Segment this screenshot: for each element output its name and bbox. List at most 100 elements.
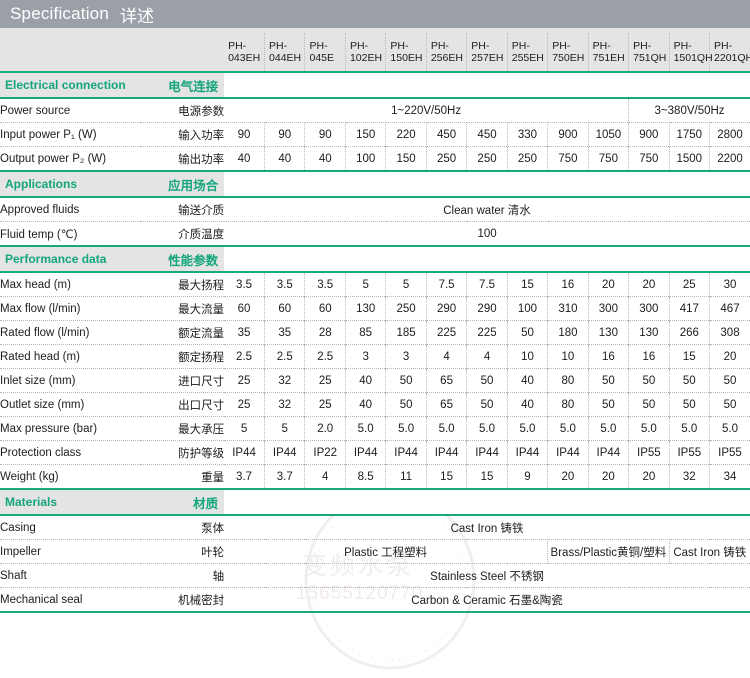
model-header-12: PH-2201QH — [709, 33, 750, 72]
cell: 100 — [507, 296, 549, 321]
section-applications: Applications 应用场合 — [0, 170, 750, 198]
section-label-zh: 应用场合 — [140, 170, 225, 198]
row-rated-head: Rated head (m) 额定扬程 2.5 2.5 2.5 3 3 4 4 … — [0, 344, 750, 369]
cell: 450 — [426, 122, 468, 147]
cell: 8.5 — [345, 464, 387, 489]
row-label-en: Power source — [0, 104, 71, 117]
cell: IP44 — [507, 440, 549, 465]
cell: 2.5 — [224, 344, 266, 369]
cell: 290 — [466, 296, 508, 321]
row-label-zh: 出口尺寸 — [140, 392, 225, 417]
cell: 60 — [224, 296, 266, 321]
cell: 2.0 — [304, 416, 346, 441]
cell: 2200 — [709, 146, 750, 171]
row-label-zh: 泵体 — [201, 522, 225, 535]
model-header-10: PH-751QH — [628, 33, 670, 72]
cell: 250 — [385, 296, 427, 321]
cell: 5.0 — [385, 416, 427, 441]
cell: 750 — [588, 146, 630, 171]
cell: 50 — [628, 368, 670, 393]
model-header-2: PH-045E — [304, 33, 346, 72]
row-label-zh: 介质温度 — [140, 221, 225, 246]
row-label-en: Mechanical seal — [0, 587, 141, 613]
cell: 34 — [709, 464, 750, 489]
cell: 220 — [385, 122, 427, 147]
cell: IP55 — [709, 440, 750, 465]
cell: 50 — [669, 392, 711, 417]
cell: 150 — [345, 122, 387, 147]
cell: 7.5 — [426, 272, 468, 297]
impeller-cast-iron: Cast Iron 铸铁 — [669, 539, 750, 564]
row-mechanical-seal: Mechanical seal 机械密封 Carbon & Ceramic 石墨… — [0, 587, 750, 613]
cell: IP55 — [669, 440, 711, 465]
row-label-en: Approved fluids — [0, 203, 80, 216]
cell: 20 — [547, 464, 589, 489]
cell: 130 — [588, 320, 630, 345]
cell: 5.0 — [588, 416, 630, 441]
cell: 250 — [426, 146, 468, 171]
cell: 185 — [385, 320, 427, 345]
row-label-zh: 电源参数 — [178, 105, 225, 118]
row-label-en: Inlet size (mm) — [0, 368, 141, 393]
row-label-en: Output power P₂ (W) — [0, 146, 141, 171]
section-label-en: Performance data — [0, 245, 141, 273]
row-protection-class: Protection class 防护等级 IP44 IP44 IP22 IP4… — [0, 440, 750, 465]
cell: 5 — [345, 272, 387, 297]
row-label-zh: 输出功率 — [140, 146, 225, 171]
cell: IP22 — [304, 440, 346, 465]
approved-fluids-value: Clean water 清水 — [443, 204, 531, 217]
cell: 50 — [628, 392, 670, 417]
cell: 1750 — [669, 122, 711, 147]
cell: 15 — [507, 272, 549, 297]
cell: 85 — [345, 320, 387, 345]
cell: 50 — [466, 368, 508, 393]
cell: 32 — [264, 368, 306, 393]
row-label-en: Rated head (m) — [0, 344, 141, 369]
model-header-4: PH-150EH — [385, 33, 427, 72]
cell: 5.0 — [345, 416, 387, 441]
cell: 100 — [345, 146, 387, 171]
cell: 330 — [507, 122, 549, 147]
section-label-zh: 材质 — [140, 488, 225, 516]
shaft-value: Stainless Steel 不锈钢 — [224, 563, 750, 588]
cell: IP44 — [547, 440, 589, 465]
row-casing: Casing 泵体 Cast Iron 铸铁 — [0, 515, 750, 540]
cell: 30 — [723, 278, 737, 291]
row-max-head: Max head (m) 最大扬程 3.5 3.5 3.5 5 5 7.5 7.… — [0, 272, 750, 297]
cell: IP44 — [224, 440, 266, 465]
section-filler — [224, 245, 750, 273]
model-header-9: PH-751EH — [588, 33, 630, 72]
cell: 25 — [669, 272, 711, 297]
row-label-en: Casing — [0, 521, 36, 534]
cell: 11 — [385, 464, 427, 489]
power-source-220v: 1~220V/50Hz — [224, 98, 630, 123]
row-label-en: Input power P₁ (W) — [0, 122, 141, 147]
cell: 35 — [224, 320, 266, 345]
cell: 50 — [507, 320, 549, 345]
cell: 50 — [709, 368, 750, 393]
section-label-en: Materials — [0, 488, 141, 516]
row-label-zh: 进口尺寸 — [140, 368, 225, 393]
row-label-zh: 机械密封 — [140, 587, 225, 613]
section-label-en: Applications — [0, 170, 141, 198]
cell: 65 — [426, 368, 468, 393]
cell: 50 — [588, 392, 630, 417]
row-weight: Weight (kg) 重量 3.7 3.7 4 8.5 11 15 15 9 … — [0, 464, 750, 489]
cell: 250 — [507, 146, 549, 171]
cell: 5.0 — [507, 416, 549, 441]
cell: 2.5 — [264, 344, 306, 369]
cell: 5.0 — [547, 416, 589, 441]
casing-value: Cast Iron 铸铁 — [450, 522, 524, 535]
row-label-zh: 输送介质 — [178, 204, 225, 217]
cell: 90 — [304, 122, 346, 147]
cell: 40 — [345, 392, 387, 417]
cell: 3 — [385, 344, 427, 369]
row-label-en: Weight (kg) — [0, 464, 141, 489]
page-title-en: Specification — [10, 4, 109, 23]
cell: 5.0 — [669, 416, 711, 441]
section-label-zh: 电气连接 — [140, 71, 225, 99]
cell: 25 — [304, 392, 346, 417]
cell: 90 — [224, 122, 266, 147]
cell: 25 — [304, 368, 346, 393]
row-label-en: Outlet size (mm) — [0, 392, 141, 417]
